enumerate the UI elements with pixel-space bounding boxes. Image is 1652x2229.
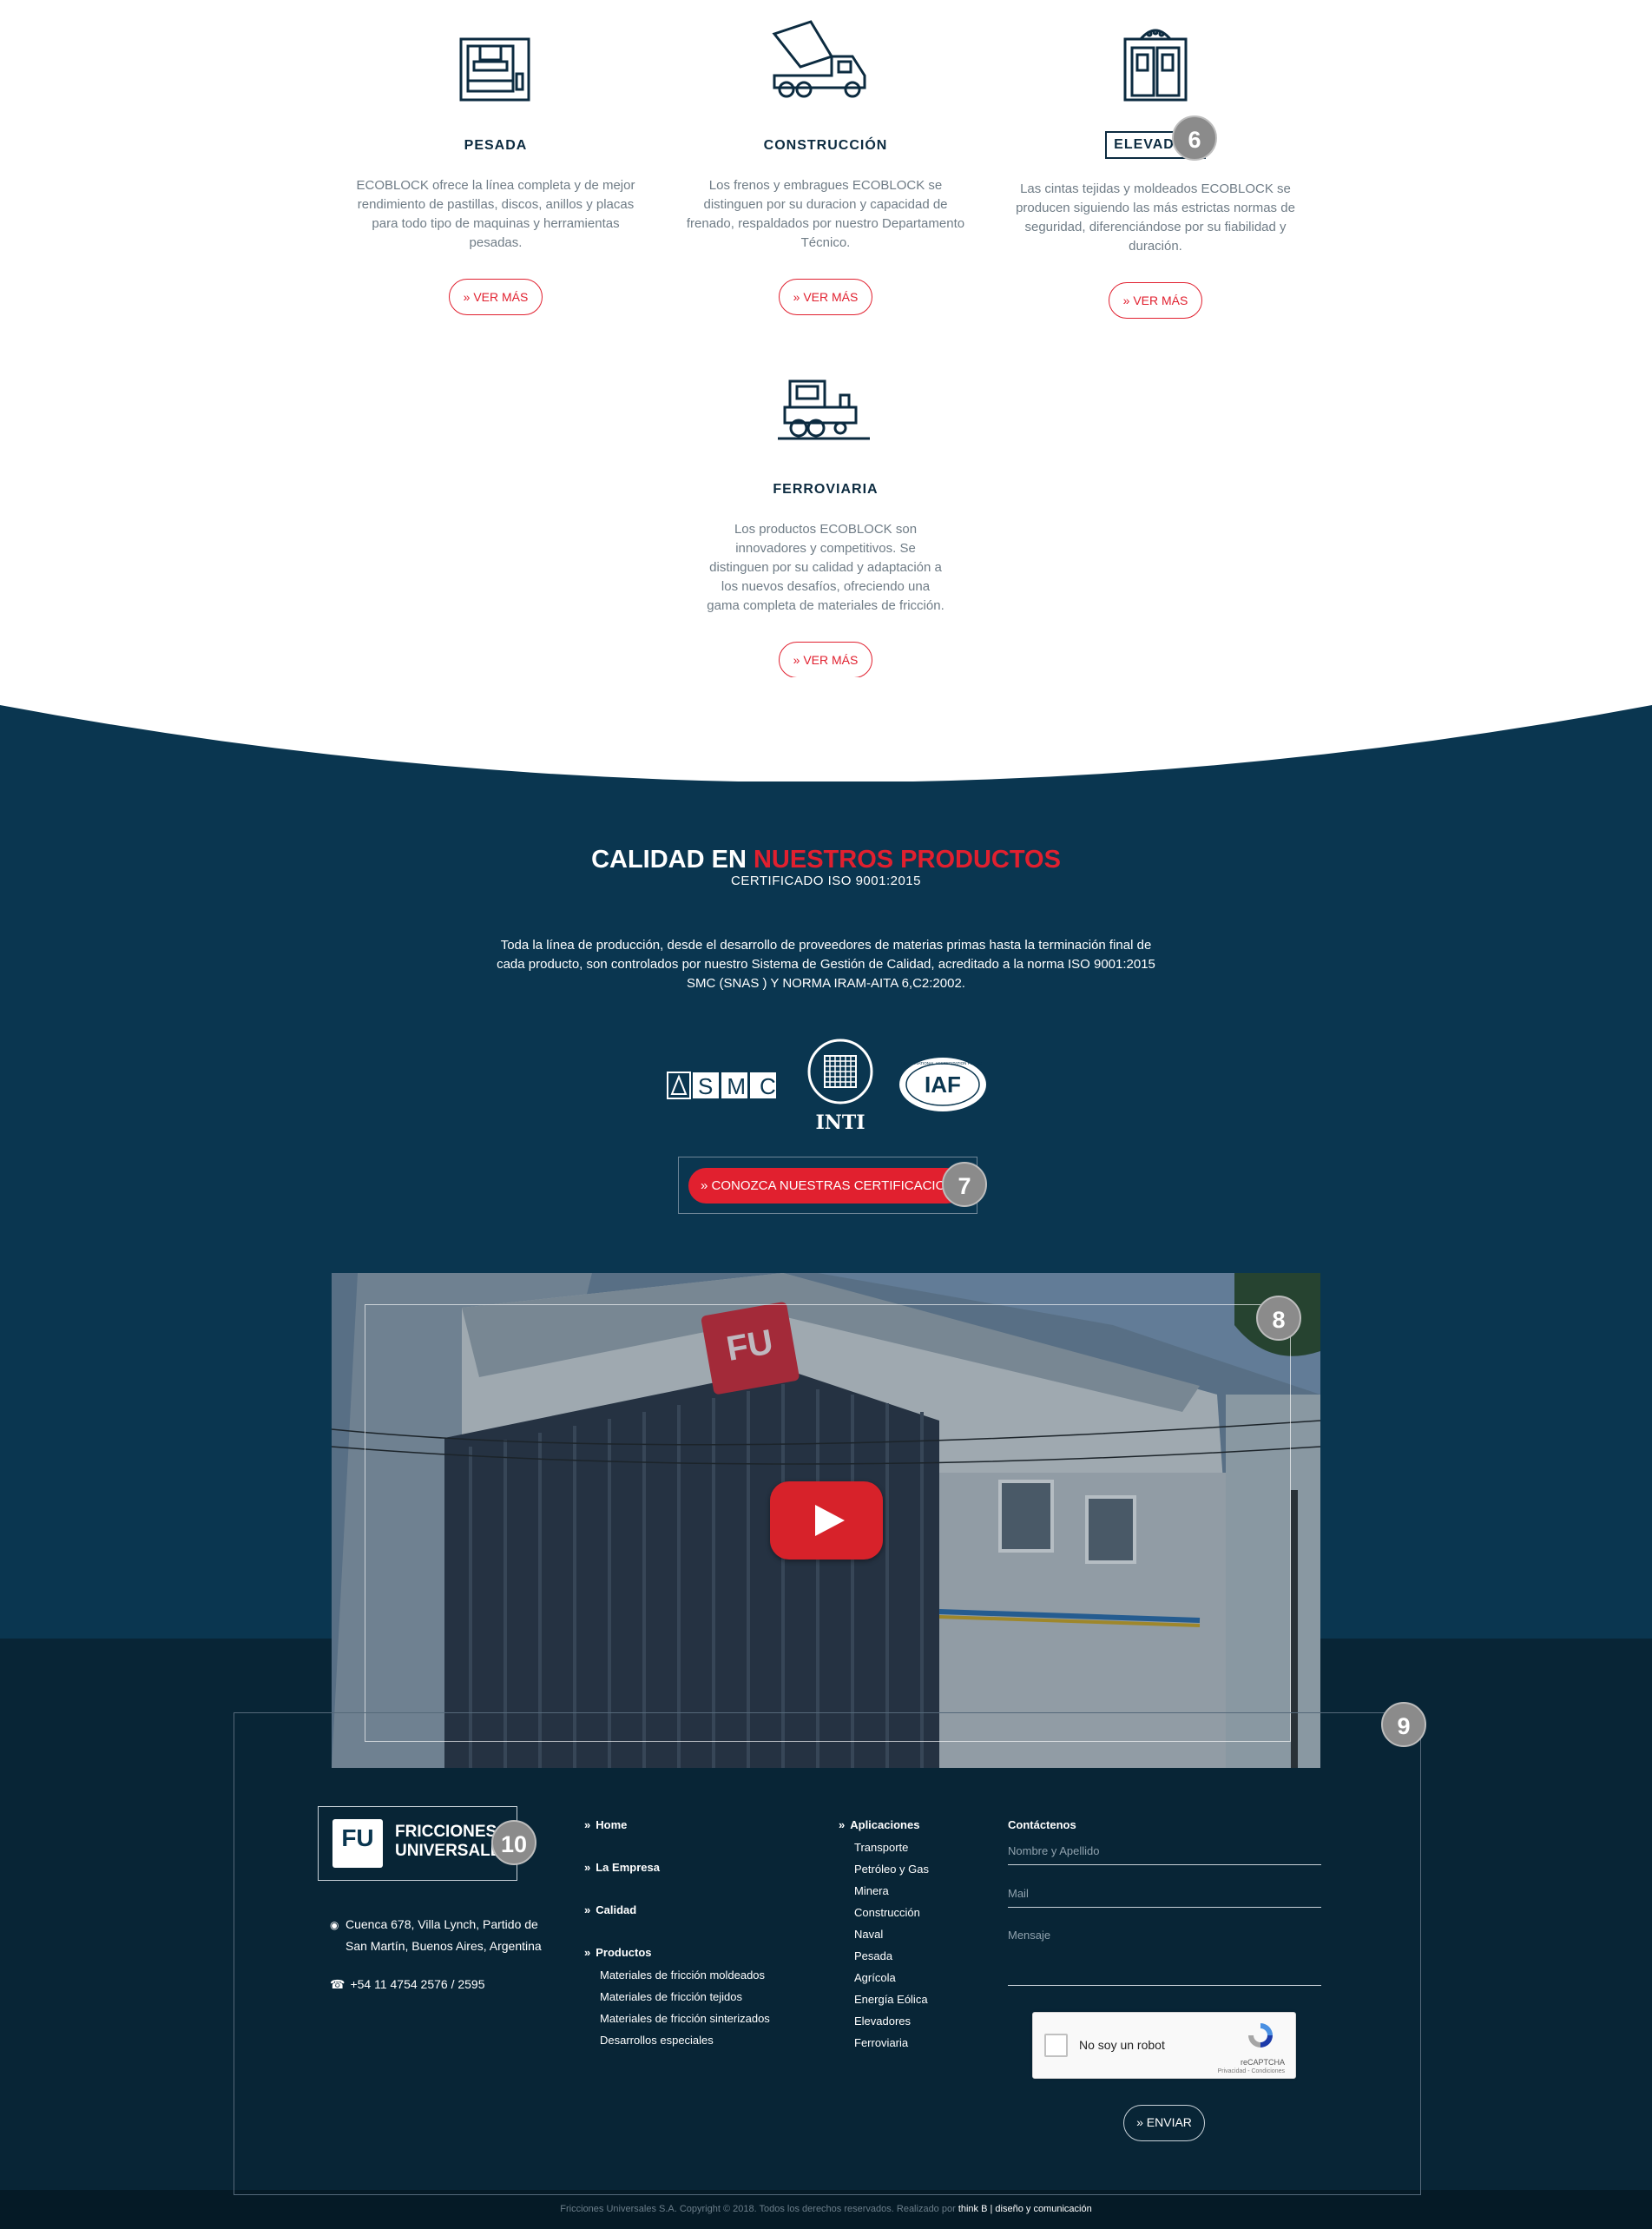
product-description: ECOBLOCK ofrece la línea completa y de m…	[356, 178, 635, 250]
elevator-icon	[1123, 29, 1188, 102]
svg-text:SMC: SMC	[698, 1073, 780, 1099]
map-pin-icon: ◉	[330, 1919, 339, 1931]
footer-link-la-empresa[interactable]: » La Empresa	[584, 1861, 660, 1874]
footer-link-aplicaciones[interactable]: » Aplicaciones	[839, 1818, 919, 1831]
product-title: PESADA	[464, 138, 528, 153]
footer-link-naval[interactable]: Naval	[854, 1923, 929, 1945]
chevron-right-icon: »	[793, 653, 800, 667]
chevron-right-icon: »	[584, 1946, 591, 1959]
recaptcha-checkbox[interactable]	[1044, 2034, 1068, 2057]
ver-mas-button[interactable]: » VER MÁS	[1108, 282, 1203, 319]
product-title: FERROVIARIA	[773, 482, 879, 497]
youtube-play-icon[interactable]	[770, 1481, 883, 1560]
annotation-badge-7: 7	[942, 1162, 987, 1207]
footer-link-minera[interactable]: Minera	[854, 1880, 929, 1902]
ver-mas-button[interactable]: » VER MÁS	[778, 642, 873, 678]
fu-mark: FU	[332, 1819, 383, 1868]
recaptcha-brand: reCAPTCHA	[1240, 2058, 1285, 2067]
aplicaciones-list: Transporte Petróleo y Gas Minera Constru…	[854, 1837, 929, 2054]
product-description: Las cintas tejidas y moldeados ECOBLOCK …	[1016, 181, 1295, 254]
mail-field[interactable]: Mail	[1008, 1887, 1321, 1908]
quality-title: CALIDAD EN NUESTROS PRODUCTOS	[591, 846, 1061, 874]
ver-mas-button[interactable]: » VER MÁS	[448, 279, 543, 315]
footer-link-productos[interactable]: » Productos	[584, 1946, 652, 1959]
svg-text:INTI: INTI	[815, 1111, 865, 1134]
chevron-right-icon: »	[584, 1903, 591, 1916]
chevron-right-icon: »	[839, 1818, 846, 1831]
section-curve	[0, 677, 1652, 781]
recaptcha-label: No soy un robot	[1079, 2038, 1165, 2052]
press-machine-icon	[459, 37, 530, 102]
footer-link-pesada[interactable]: Pesada	[854, 1945, 929, 1967]
footer-link-calidad[interactable]: » Calidad	[584, 1903, 636, 1916]
product-card-construccion: CONSTRUCCIÓN Los frenos y embragues ECOB…	[669, 13, 982, 315]
annotation-badge-9: 9	[1381, 1702, 1426, 1747]
fricciones-universales-logo[interactable]: FU FRICCIONES UNIVERSALES	[318, 1806, 517, 1881]
company-video[interactable]: FU	[332, 1273, 1320, 1768]
chevron-right-icon: »	[1122, 293, 1130, 307]
train-icon	[778, 379, 870, 440]
certification-logos: SMC INTI IAF INTERNATIONAL ACCREDITATION…	[667, 1039, 988, 1134]
annotation-badge-8: 8	[1256, 1296, 1301, 1341]
recaptcha-widget: No soy un robot reCAPTCHA Privacidad - C…	[1032, 2012, 1296, 2079]
annotation-badge-10: 10	[491, 1820, 536, 1865]
quality-subtitle: CERTIFICADO ISO 9001:2015	[731, 874, 921, 888]
recaptcha-icon	[1248, 2023, 1273, 2048]
name-field[interactable]: Nombre y Apellido	[1008, 1844, 1321, 1865]
productos-list: Materiales de fricción moldeados Materia…	[600, 1964, 770, 2051]
footer-link-eolica[interactable]: Energía Eólica	[854, 1988, 929, 2010]
footer-link-sinterizados[interactable]: Materiales de fricción sinterizados	[600, 2008, 770, 2029]
svg-text:INTERNATIONAL ACCREDITATION FO: INTERNATIONAL ACCREDITATION FORUM	[904, 1061, 983, 1065]
product-description: Los productos ECOBLOCK son innovadores y…	[707, 522, 944, 613]
chevron-right-icon: »	[701, 1178, 708, 1193]
annotation-badge-6: 6	[1172, 115, 1217, 161]
footer-link-desarrollos[interactable]: Desarrollos especiales	[600, 2029, 770, 2051]
footer-phone: ☎ +54 11 4754 2576 / 2595	[330, 1977, 485, 1991]
product-description: Los frenos y embragues ECOBLOCK se disti…	[686, 178, 965, 250]
product-card-elevador: ELEVADOR Las cintas tejidas y moldeados …	[999, 13, 1312, 319]
credit-link[interactable]: think B | diseño y comunicación	[958, 2204, 1092, 2214]
product-card-ferroviaria: FERROVIARIA Los productos ECOBLOCK son i…	[669, 357, 982, 678]
chevron-right-icon: »	[584, 1861, 591, 1874]
message-field[interactable]: Mensaje	[1008, 1929, 1321, 1986]
chevron-right-icon: »	[584, 1818, 591, 1831]
iaf-logo: IAF INTERNATIONAL ACCREDITATION FORUM	[899, 1058, 986, 1111]
smc-logo: SMC	[667, 1072, 780, 1099]
product-card-pesada: PESADA ECOBLOCK ofrece la línea completa…	[339, 13, 652, 315]
recaptcha-legal[interactable]: Privacidad - Condiciones	[1218, 2068, 1285, 2074]
phone-icon: ☎	[330, 1977, 346, 1991]
footer-link-ferroviaria[interactable]: Ferroviaria	[854, 2032, 929, 2054]
ver-mas-button[interactable]: » VER MÁS	[778, 279, 873, 315]
footer-link-moldeados[interactable]: Materiales de fricción moldeados	[600, 1964, 770, 1986]
footer-link-transporte[interactable]: Transporte	[854, 1837, 929, 1858]
footer-link-petroleo[interactable]: Petróleo y Gas	[854, 1858, 929, 1880]
certifications-button[interactable]: » CONOZCA NUESTRAS CERTIFICACIONES	[688, 1168, 964, 1204]
chevron-right-icon: »	[793, 290, 800, 304]
footer-link-home[interactable]: » Home	[584, 1818, 627, 1831]
chevron-right-icon: »	[463, 290, 471, 304]
product-title: CONSTRUCCIÓN	[763, 138, 888, 153]
footer-address: ◉ Cuenca 678, Villa Lynch, Partido de San…	[330, 1914, 573, 1957]
footer-link-construccion[interactable]: Construcción	[854, 1902, 929, 1923]
contact-title: Contáctenos	[1008, 1818, 1076, 1831]
send-button[interactable]: » ENVIAR	[1123, 2105, 1205, 2141]
quality-description: Toda la línea de producción, desde el de…	[497, 938, 1155, 991]
concrete-mixer-truck-icon	[772, 20, 866, 98]
copyright-bar: Fricciones Universales S.A. Copyright © …	[0, 2190, 1652, 2229]
chevron-right-icon: »	[1136, 2115, 1143, 2129]
footer-link-elevadores[interactable]: Elevadores	[854, 2010, 929, 2032]
inti-logo: INTI	[807, 1039, 873, 1134]
svg-text:IAF: IAF	[925, 1072, 961, 1098]
footer-link-agricola[interactable]: Agrícola	[854, 1967, 929, 1988]
footer-link-tejidos[interactable]: Materiales de fricción tejidos	[600, 1986, 770, 2008]
